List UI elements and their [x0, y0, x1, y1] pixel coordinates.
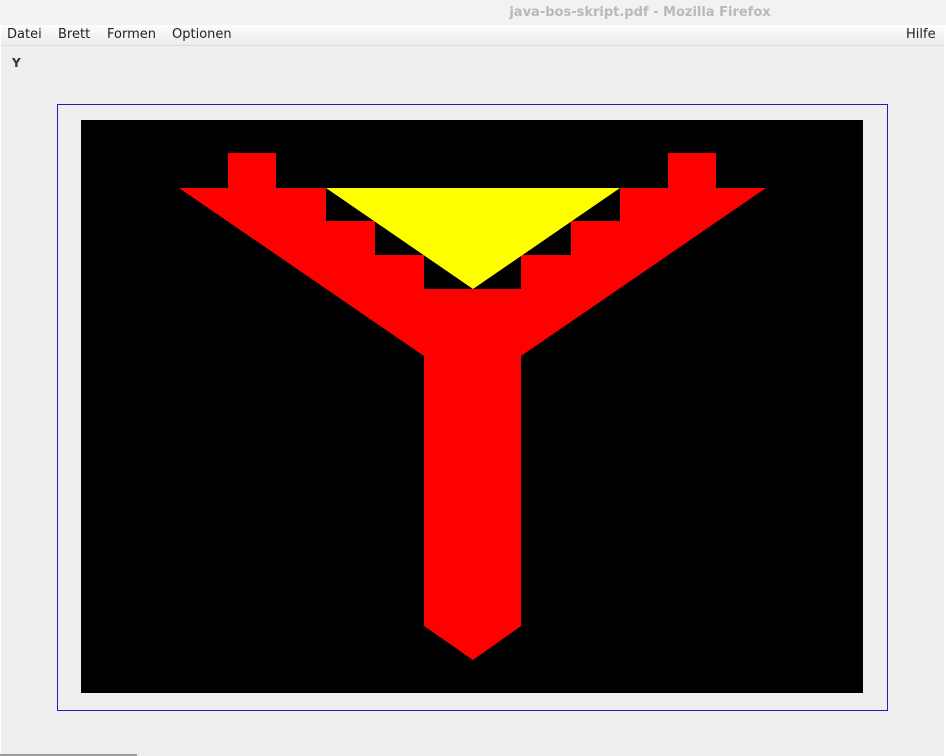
board-label: Y [12, 56, 21, 70]
menu-hilfe[interactable]: Hilfe [906, 27, 936, 43]
window-title: java-bos-skript.pdf - Mozilla Firefox [509, 5, 771, 20]
menu-optionen[interactable]: Optionen [172, 27, 232, 43]
board-canvas [81, 120, 863, 693]
menubar: Datei Brett Formen Optionen Hilfe [1, 25, 944, 46]
menu-datei[interactable]: Datei [7, 27, 42, 43]
screen: java-bos-skript.pdf - Mozilla Firefox Da… [0, 0, 946, 756]
menu-formen[interactable]: Formen [107, 27, 156, 43]
java-app-window: Datei Brett Formen Optionen Hilfe Y [1, 25, 944, 756]
pixel-board[interactable] [81, 120, 863, 693]
background-window-titlebar: java-bos-skript.pdf - Mozilla Firefox [0, 0, 946, 25]
menu-brett[interactable]: Brett [58, 27, 90, 43]
